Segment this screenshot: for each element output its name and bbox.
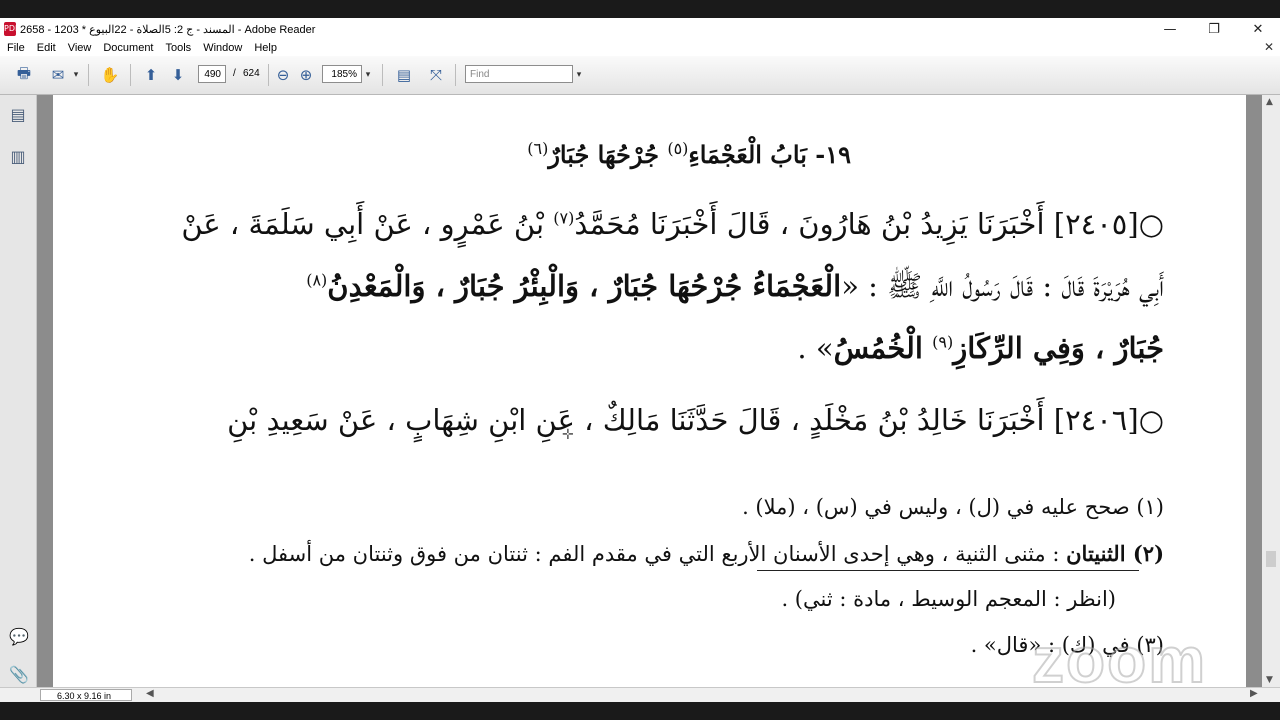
menu-window[interactable]: Window <box>198 42 247 54</box>
scroll-down-icon[interactable]: ▼ <box>1266 675 1273 685</box>
hadith-text: بْنُ عَمْرٍو ، عَنْ أَبِي سَلَمَةَ ، عَن… <box>181 207 545 241</box>
scroll-right-icon[interactable]: ▶ <box>1250 688 1258 699</box>
restore-button[interactable]: ❐ <box>1192 18 1236 40</box>
cursor-crosshair-icon: ✛ <box>562 427 574 443</box>
hadith-text: » . <box>797 331 834 365</box>
zoom-in-icon[interactable]: ⊕ <box>297 64 315 86</box>
toolbar-separator <box>130 64 131 86</box>
mail-dropdown-icon[interactable]: ▾ <box>70 64 82 86</box>
scroll-up-icon[interactable]: ▲ <box>1266 97 1273 107</box>
page-size-readout: 6.30 x 9.16 in <box>40 689 132 701</box>
footnote-divider <box>757 570 1139 571</box>
toolbar-separator <box>268 64 269 86</box>
menu-file[interactable]: File <box>2 42 30 54</box>
find-input[interactable]: Find <box>465 65 573 83</box>
hadith-matn-bold: الْخُمُسُ <box>833 331 923 365</box>
mail-icon[interactable]: ✉ <box>46 64 70 86</box>
hadith-text: ○[٢٤٠٥] أَخْبَرَنَا يَزِيدُ بْنُ هَارُون… <box>574 207 1164 241</box>
heading-number: ١٩- <box>815 140 851 169</box>
toolbar: 🖶 ✉ ▾ ✋ ⬆ ⬇ 490 / 624 ⊖ ⊕ 185% ▾ ▤ ⤧ Fin… <box>0 56 1280 95</box>
next-page-icon[interactable]: ⬇ <box>167 64 189 86</box>
window-title: 2658 - 1203 * المسند - ج 2: 5الصلاة - 22… <box>20 23 316 36</box>
close-button[interactable]: ✕ <box>1236 18 1280 40</box>
footnote-ref: (٨) <box>306 270 328 290</box>
print-icon[interactable]: 🖶 <box>12 64 36 86</box>
page-total: 624 <box>243 68 260 79</box>
screen-top-letterbox <box>0 0 1280 18</box>
document-viewport[interactable]: ١٩- بَابُ الْعَجْمَاءِ(٥) جُرْحُهَا جُبَ… <box>37 95 1262 687</box>
screen-bottom-letterbox <box>0 702 1280 720</box>
bookmarks-panel-icon[interactable]: ▥ <box>9 147 27 167</box>
menu-help[interactable]: Help <box>249 42 282 54</box>
footnote-2-label: (٢) الثنيتان <box>1066 541 1164 566</box>
toolbar-separator <box>455 64 456 86</box>
toolbar-separator <box>88 64 89 86</box>
previous-page-icon[interactable]: ⬆ <box>140 64 162 86</box>
hadith-2405-line2: أَبِي هُرَيْرَةَ قَالَ : قَالَ رَسُولُ ا… <box>306 269 1164 311</box>
title-bar: PDF 2658 - 1203 * المسند - ج 2: 5الصلاة … <box>0 18 1280 40</box>
menu-view[interactable]: View <box>63 42 97 54</box>
page-separator: / <box>233 68 236 79</box>
scroll-thumb[interactable] <box>1266 551 1276 567</box>
hadith-matn-bold: الْعَجْمَاءُ جُرْحُهَا جُبَارٌ ، وَالْبِ… <box>327 269 842 303</box>
footnote-ref: (٦) <box>527 139 549 158</box>
pdf-page: ١٩- بَابُ الْعَجْمَاءِ(٥) جُرْحُهَا جُبَ… <box>53 95 1246 687</box>
hadith-2406-line1: ○[٢٤٠٦] أَخْبَرَنَا خَالِدُ بْنُ مَخْلَد… <box>227 403 1164 437</box>
vertical-scrollbar[interactable]: ▲ ▼ <box>1262 95 1280 687</box>
footnote-2-text: : مثنى الثنية ، وهي إحدى الأسنان الأربع … <box>248 542 1060 566</box>
heading-title-part2: جُرْحُهَا جُبَارٌ <box>548 140 659 169</box>
footnote-ref: (٧) <box>553 208 575 228</box>
document-close-icon[interactable]: ✕ <box>1264 40 1274 54</box>
zoom-out-icon[interactable]: ⊖ <box>274 64 292 86</box>
hand-tool-icon[interactable]: ✋ <box>97 64 123 86</box>
toolbar-separator <box>382 64 383 86</box>
chapter-heading: ١٩- بَابُ الْعَجْمَاءِ(٥) جُرْحُهَا جُبَ… <box>527 139 851 169</box>
window-controls: — ❐ ✕ <box>1148 18 1280 40</box>
hadith-2405-line1: ○[٢٤٠٥] أَخْبَرَنَا يَزِيدُ بْنُ هَارُون… <box>181 207 1164 241</box>
footnote-2: (٢) الثنيتان : مثنى الثنية ، وهي إحدى ال… <box>249 541 1164 566</box>
zoom-dropdown-icon[interactable]: ▾ <box>362 64 374 86</box>
adobe-reader-window: PDF 2658 - 1203 * المسند - ج 2: 5الصلاة … <box>0 18 1280 703</box>
status-bar: 6.30 x 9.16 in ◀ ▶ <box>0 687 1280 703</box>
menu-edit[interactable]: Edit <box>32 42 61 54</box>
zoom-watermark: zoom <box>1031 623 1208 687</box>
scroll-left-icon[interactable]: ◀ <box>146 688 154 699</box>
fit-page-icon[interactable]: ▤ <box>393 64 415 86</box>
minimize-button[interactable]: — <box>1148 18 1192 40</box>
menu-tools[interactable]: Tools <box>161 42 197 54</box>
hadith-2405-line3: جُبَارٌ ، وَفِي الرِّكَازِ(٩) الْخُمُسُ»… <box>797 331 1164 365</box>
comments-panel-icon[interactable]: 💬 <box>9 627 29 647</box>
footnote-ref: (٥) <box>667 139 689 158</box>
pdf-app-icon: PDF <box>4 22 20 36</box>
heading-title-part1: بَابُ الْعَجْمَاءِ <box>688 140 807 169</box>
menu-document[interactable]: Document <box>98 42 158 54</box>
hadith-matn-bold: جُبَارٌ ، وَفِي الرِّكَازِ <box>953 331 1164 365</box>
navigation-panel: ▤ ▥ 💬 📎 <box>0 95 37 687</box>
footnote-2-continuation: (انظر : المعجم الوسيط ، مادة : ثني) . <box>781 587 1116 611</box>
find-placeholder: Find <box>470 68 490 80</box>
hadith-text: أَبِي هُرَيْرَةَ قَالَ : قَالَ رَسُولُ ا… <box>841 269 1164 303</box>
zoom-level-input[interactable]: 185% <box>322 65 362 83</box>
footnote-1: (١) صحح عليه في (ل) ، وليس في (س) ، (ملا… <box>742 495 1164 519</box>
page-number-input[interactable]: 490 <box>198 65 226 83</box>
attachments-panel-icon[interactable]: 📎 <box>9 665 29 685</box>
pages-panel-icon[interactable]: ▤ <box>9 105 27 125</box>
find-dropdown-icon[interactable]: ▾ <box>573 64 585 86</box>
fit-width-icon[interactable]: ⤧ <box>425 64 447 86</box>
menu-bar: File Edit View Document Tools Window Hel… <box>0 40 1280 56</box>
footnote-ref: (٩) <box>932 332 954 352</box>
